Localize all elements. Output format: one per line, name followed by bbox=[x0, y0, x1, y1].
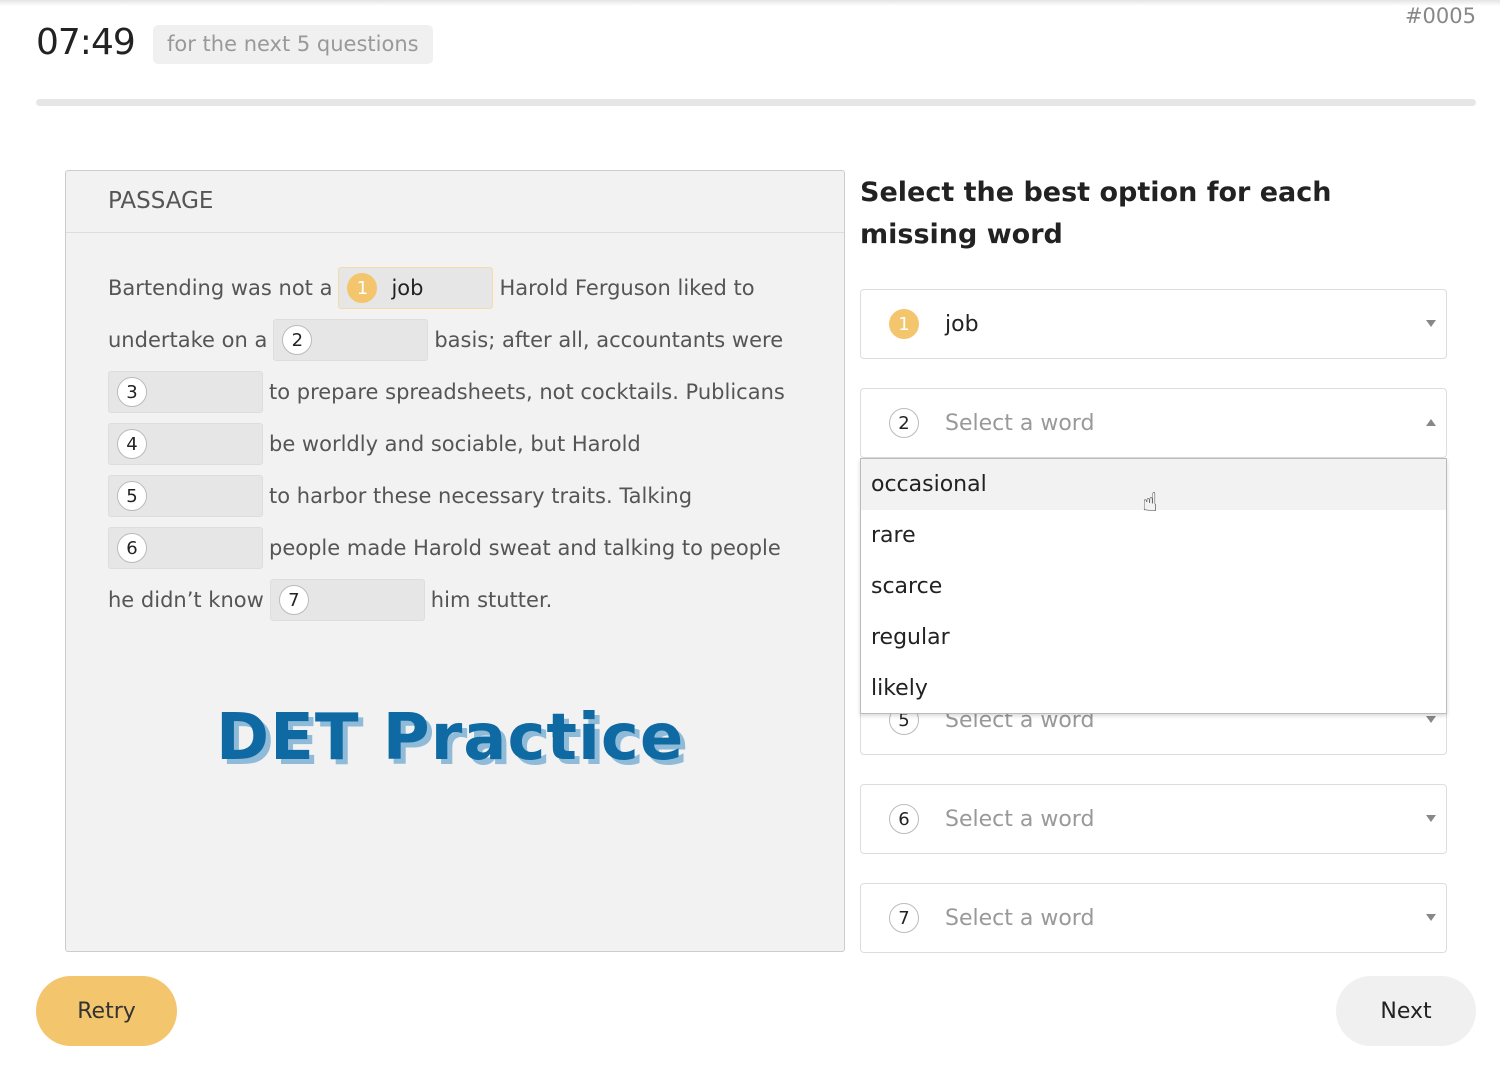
passage-line: undertake on a 2 basis; after all, account… bbox=[108, 319, 783, 361]
caret-down-icon bbox=[1426, 320, 1436, 327]
dropdown-value: job bbox=[945, 311, 979, 337]
passage-text: to prepare spreadsheets, not cocktails. … bbox=[269, 380, 785, 404]
dropdown-number: 7 bbox=[889, 903, 919, 933]
top-edge bbox=[0, 0, 1500, 6]
blank-number: 1 bbox=[347, 273, 378, 303]
dropdown-placeholder: Select a word bbox=[945, 905, 1095, 931]
passage-text: to harbor these necessary traits. Talkin… bbox=[269, 484, 693, 508]
passage-line: 3 to prepare spreadsheets, not cocktails.… bbox=[108, 371, 785, 413]
blank-number: 7 bbox=[278, 585, 309, 615]
blank-6[interactable]: 6 bbox=[108, 527, 263, 569]
question-id: #0005 bbox=[1404, 4, 1476, 28]
progress-bar bbox=[36, 99, 1476, 106]
watermark-logo: DET Practice bbox=[216, 701, 685, 775]
menu-option[interactable]: scarce bbox=[861, 561, 1446, 612]
dropdown-number: 6 bbox=[889, 804, 919, 834]
countdown-timer: 07:49 bbox=[36, 22, 136, 63]
blank-5[interactable]: 5 bbox=[108, 475, 263, 517]
blank-number: 5 bbox=[117, 481, 147, 511]
caret-down-icon bbox=[1426, 815, 1436, 822]
retry-button[interactable]: Retry bbox=[36, 976, 177, 1046]
blank-number: 6 bbox=[117, 533, 147, 563]
menu-option[interactable]: regular bbox=[861, 612, 1446, 663]
dropdown-2[interactable]: 2 Select a word bbox=[860, 388, 1447, 458]
dropdown-7[interactable]: 7 Select a word bbox=[860, 883, 1447, 953]
passage-line: Bartending was not a 1 job Harold Ferguson … bbox=[108, 267, 755, 309]
passage-line: 6 people made Harold sweat and talking to… bbox=[108, 527, 781, 569]
next-button[interactable]: Next bbox=[1336, 976, 1476, 1046]
passage-text: be worldly and sociable, but Harold bbox=[269, 432, 641, 456]
passage-text: undertake on a bbox=[108, 328, 268, 352]
blank-3[interactable]: 3 bbox=[108, 371, 263, 413]
passage-heading: PASSAGE bbox=[66, 171, 844, 233]
hand-cursor-icon: ☝ bbox=[1142, 488, 1158, 518]
passage-text: Bartending was not a bbox=[108, 276, 333, 300]
caret-down-icon bbox=[1426, 716, 1436, 723]
caret-up-icon bbox=[1426, 419, 1436, 426]
blank-7[interactable]: 7 bbox=[269, 579, 425, 621]
dropdown-6[interactable]: 6 Select a word bbox=[860, 784, 1447, 854]
blank-value: job bbox=[391, 276, 424, 300]
blank-2[interactable]: 2 bbox=[273, 319, 429, 361]
passage-text: Harold Ferguson liked to bbox=[499, 276, 755, 300]
blank-1[interactable]: 1 job bbox=[338, 267, 494, 309]
passage-text: people made Harold sweat and talking to … bbox=[269, 536, 781, 560]
dropdown-1[interactable]: 1 job bbox=[860, 289, 1447, 359]
blank-number: 2 bbox=[282, 325, 313, 355]
passage-panel: PASSAGE Bartending was not a 1 job Harold F… bbox=[65, 170, 845, 952]
dropdown-number: 1 bbox=[889, 309, 919, 339]
dropdown-placeholder: Select a word bbox=[945, 410, 1095, 436]
timer-hint: for the next 5 questions bbox=[153, 25, 433, 64]
passage-text: basis; after all, accountants were bbox=[434, 328, 784, 352]
menu-option[interactable]: likely bbox=[861, 663, 1446, 714]
blank-number: 3 bbox=[117, 377, 147, 407]
blank-4[interactable]: 4 bbox=[108, 423, 263, 465]
blank-number: 4 bbox=[117, 429, 147, 459]
passage-text: he didn’t know bbox=[108, 588, 264, 612]
passage-line: 4 be worldly and sociable, but Harold bbox=[108, 423, 641, 465]
instructions: Select the best option for each missing … bbox=[860, 177, 1332, 250]
passage-line: he didn’t know 7 him stutter. bbox=[108, 579, 552, 621]
dropdown-placeholder: Select a word bbox=[945, 806, 1095, 832]
caret-down-icon bbox=[1426, 914, 1436, 921]
dropdown-number: 2 bbox=[889, 408, 919, 438]
passage-line: 5 to harbor these necessary traits. Talki… bbox=[108, 475, 692, 517]
passage-text: him stutter. bbox=[430, 588, 553, 612]
